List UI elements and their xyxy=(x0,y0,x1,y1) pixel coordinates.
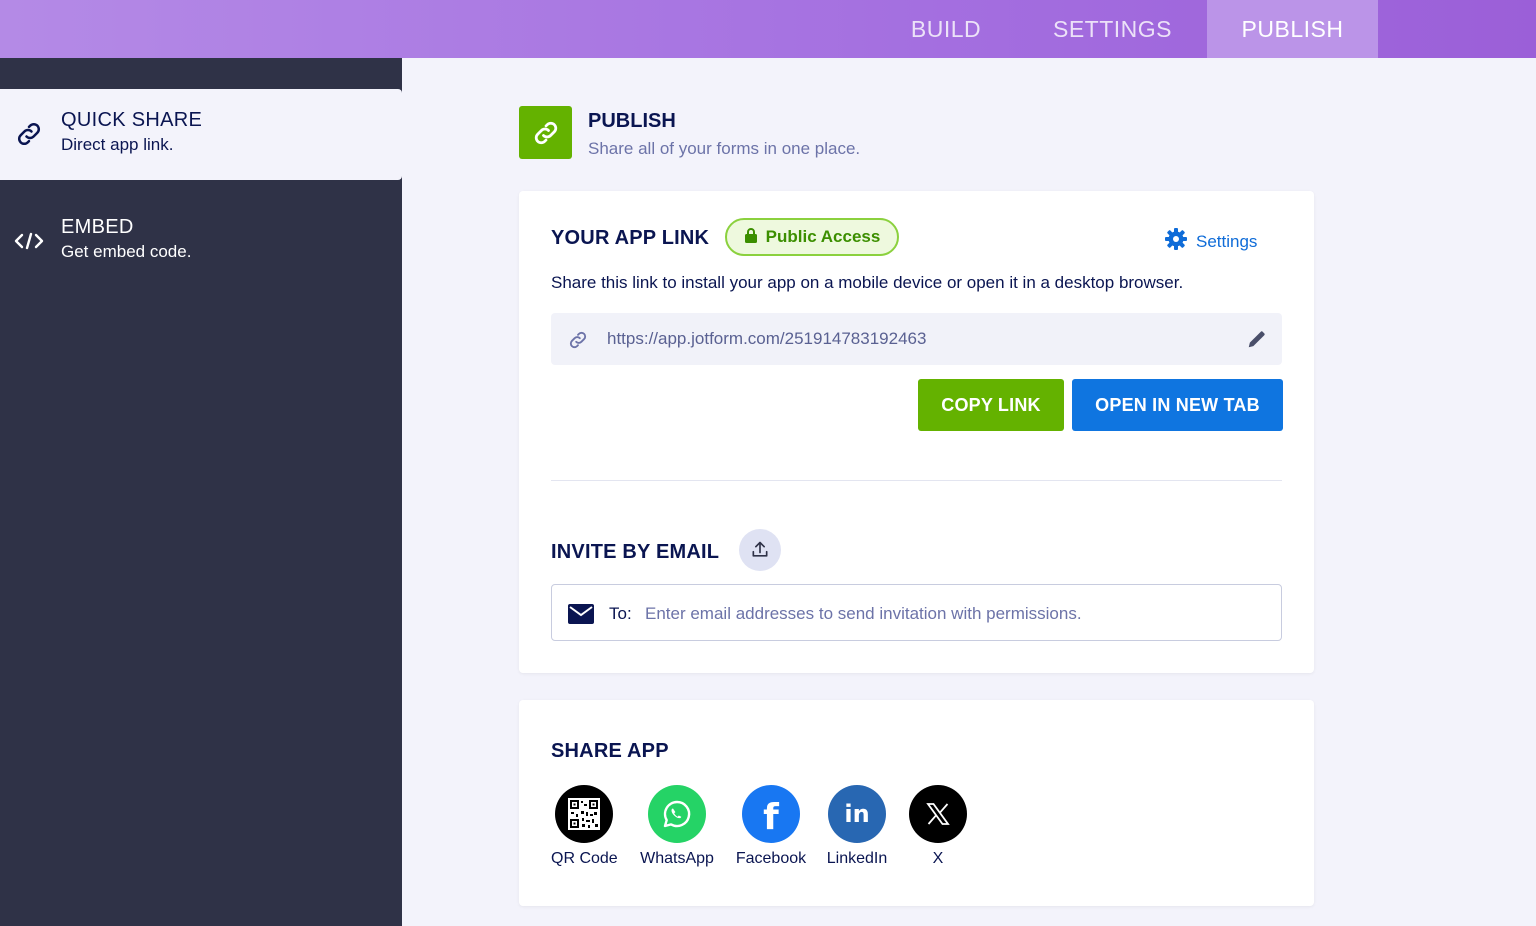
sidebar-item-quick-share[interactable]: QUICK SHARE Direct app link. xyxy=(0,89,402,180)
invite-title: INVITE BY EMAIL xyxy=(551,541,720,563)
sidebar-item-subtitle: Direct app link. xyxy=(61,135,174,154)
app-link-description: Share this link to install your app on a… xyxy=(551,273,1184,292)
share-qr-code[interactable]: QR Code xyxy=(551,785,618,868)
x-icon xyxy=(909,785,967,843)
divider xyxy=(551,480,1282,481)
link-icon xyxy=(14,119,44,149)
page-title: PUBLISH xyxy=(588,110,676,132)
share-app-title: SHARE APP xyxy=(551,740,669,762)
sidebar-item-embed[interactable]: EMBED Get embed code. xyxy=(0,196,402,288)
share-whatsapp[interactable]: WhatsApp xyxy=(638,785,716,868)
app-link-card: YOUR APP LINK Public Access Settings Sha… xyxy=(519,191,1314,673)
pencil-icon[interactable] xyxy=(1246,328,1268,355)
email-placeholder: Enter email addresses to send invitation… xyxy=(645,604,1082,623)
open-new-tab-button[interactable]: OPEN IN NEW TAB xyxy=(1072,379,1283,431)
sidebar-item-title: QUICK SHARE xyxy=(61,109,203,131)
upload-icon[interactable] xyxy=(739,529,781,571)
share-linkedin[interactable]: in LinkedIn xyxy=(825,785,889,868)
share-label: LinkedIn xyxy=(826,850,888,867)
public-access-badge[interactable]: Public Access xyxy=(725,218,899,256)
page-subtitle: Share all of your forms in one place. xyxy=(588,139,861,158)
settings-link[interactable]: Settings xyxy=(1164,227,1257,256)
share-x[interactable]: X xyxy=(909,785,967,868)
sidebar-item-title: EMBED xyxy=(61,216,134,238)
share-facebook[interactable]: f Facebook xyxy=(734,785,808,868)
link-icon xyxy=(567,329,589,356)
gear-icon xyxy=(1164,227,1188,256)
share-app-card: SHARE APP QR Code WhatsApp f Facebook in… xyxy=(519,700,1314,906)
publish-link-icon xyxy=(519,106,572,159)
qr-code-icon xyxy=(555,785,613,843)
share-label: Facebook xyxy=(735,850,807,867)
tab-settings[interactable]: SETTINGS xyxy=(1035,0,1190,58)
top-navigation-bar: BUILD SETTINGS PUBLISH xyxy=(0,0,1536,58)
linkedin-icon: in xyxy=(828,785,886,843)
share-label: X xyxy=(932,850,944,867)
badge-label: Public Access xyxy=(765,227,881,246)
whatsapp-icon xyxy=(648,785,706,843)
email-to-label: To: xyxy=(609,604,632,623)
tab-publish[interactable]: PUBLISH xyxy=(1207,0,1378,58)
app-link-title: YOUR APP LINK xyxy=(551,227,710,249)
app-link-url-field[interactable]: https://app.jotform.com/251914783192463 xyxy=(551,313,1282,365)
sidebar: QUICK SHARE Direct app link. EMBED Get e… xyxy=(0,58,402,926)
tab-build[interactable]: BUILD xyxy=(890,0,1002,58)
share-label: WhatsApp xyxy=(640,850,714,867)
share-label: QR Code xyxy=(551,850,618,867)
envelope-icon xyxy=(568,604,594,629)
copy-link-button[interactable]: COPY LINK xyxy=(918,379,1064,431)
email-invite-field[interactable]: To: Enter email addresses to send invita… xyxy=(551,584,1282,641)
settings-label: Settings xyxy=(1196,231,1258,251)
app-link-url: https://app.jotform.com/251914783192463 xyxy=(607,329,927,348)
sidebar-item-subtitle: Get embed code. xyxy=(61,242,192,261)
facebook-icon: f xyxy=(742,785,800,843)
lock-icon xyxy=(744,227,758,248)
code-icon xyxy=(14,226,44,256)
